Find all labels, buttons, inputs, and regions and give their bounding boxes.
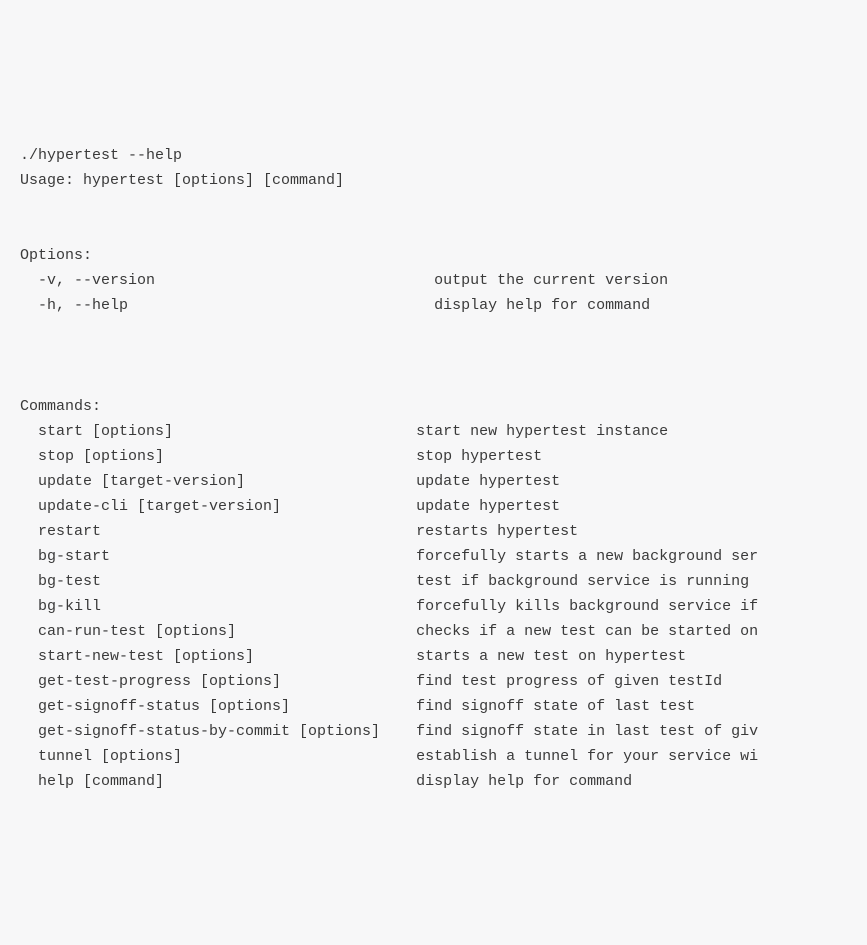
command-desc: forcefully starts a new background ser — [416, 544, 758, 569]
command-name: start-new-test [options] — [38, 644, 254, 669]
command-row: restart restarts hypertest — [20, 519, 867, 544]
option-pad — [155, 268, 434, 293]
command-row: update-cli [target-version] update hyper… — [20, 494, 867, 519]
command-pad — [101, 569, 416, 594]
command-row: can-run-test [options] checks if a new t… — [20, 619, 867, 644]
option-row: -h, --help display help for command — [20, 293, 867, 318]
command-name: bg-start — [38, 544, 110, 569]
command-pad — [101, 519, 416, 544]
command-pad — [101, 594, 416, 619]
command-name: update [target-version] — [38, 469, 245, 494]
spacer — [20, 344, 867, 369]
command-name: help [command] — [38, 769, 164, 794]
command-row: get-signoff-status-by-commit [options] f… — [20, 719, 867, 744]
usage-line: Usage: hypertest [options] [command] — [20, 172, 344, 189]
option-flag: -h, --help — [38, 293, 128, 318]
option-pad — [128, 293, 434, 318]
command-row: start [options] start new hypertest inst… — [20, 419, 867, 444]
command-row: bg-kill forcefully kills background serv… — [20, 594, 867, 619]
command-pad — [164, 444, 416, 469]
command-desc: restarts hypertest — [416, 519, 578, 544]
command-name: tunnel [options] — [38, 744, 182, 769]
commands-header: Commands: — [20, 398, 101, 415]
command-desc: update hypertest — [416, 494, 560, 519]
command-desc: forcefully kills background service if — [416, 594, 758, 619]
command-desc: find test progress of given testId — [416, 669, 722, 694]
command-row: get-signoff-status [options] find signof… — [20, 694, 867, 719]
command-pad — [254, 644, 416, 669]
command-name: get-signoff-status [options] — [38, 694, 290, 719]
command-name: update-cli [target-version] — [38, 494, 281, 519]
option-row: -v, --version output the current version — [20, 268, 867, 293]
command-row: tunnel [options] establish a tunnel for … — [20, 744, 867, 769]
options-header: Options: — [20, 247, 92, 264]
command-row: help [command] display help for command — [20, 769, 867, 794]
command-pad — [182, 744, 416, 769]
option-flag: -v, --version — [38, 268, 155, 293]
command-desc: starts a new test on hypertest — [416, 644, 686, 669]
command-pad — [110, 544, 416, 569]
option-desc: output the current version — [434, 268, 668, 293]
command-desc: start new hypertest instance — [416, 419, 668, 444]
command-desc: checks if a new test can be started on — [416, 619, 758, 644]
command-desc: display help for command — [416, 769, 632, 794]
command-pad — [245, 469, 416, 494]
terminal-output: ./hypertest --help Usage: hypertest [opt… — [20, 118, 867, 819]
command-pad — [173, 419, 416, 444]
command-name: start [options] — [38, 419, 173, 444]
command-pad — [281, 494, 416, 519]
command-desc: find signoff state in last test of giv — [416, 719, 758, 744]
command-pad — [236, 619, 416, 644]
command-desc: test if background service is running — [416, 569, 758, 594]
command-row: start-new-test [options] starts a new te… — [20, 644, 867, 669]
command-name: stop [options] — [38, 444, 164, 469]
command-name: can-run-test [options] — [38, 619, 236, 644]
commands-list: start [options] start new hypertest inst… — [20, 419, 867, 795]
command-name: bg-kill — [38, 594, 101, 619]
command-row: bg-start forcefully starts a new backgro… — [20, 544, 867, 569]
command-row: bg-test test if background service is ru… — [20, 569, 867, 594]
spacer — [20, 193, 867, 218]
command-desc: find signoff state of last test — [416, 694, 695, 719]
command-row: update [target-version] update hypertest — [20, 469, 867, 494]
command-desc: update hypertest — [416, 469, 560, 494]
command-name: get-signoff-status-by-commit [options] — [38, 719, 380, 744]
command-desc: establish a tunnel for your service wi — [416, 744, 758, 769]
command-desc: stop hypertest — [416, 444, 542, 469]
command-pad — [290, 694, 416, 719]
command-pad — [380, 719, 416, 744]
options-list: -v, --version output the current version… — [20, 268, 867, 318]
command-row: stop [options] stop hypertest — [20, 444, 867, 469]
invocation-line: ./hypertest --help — [20, 147, 182, 164]
command-name: bg-test — [38, 569, 101, 594]
command-name: restart — [38, 519, 101, 544]
command-name: get-test-progress [options] — [38, 669, 281, 694]
command-row: get-test-progress [options] find test pr… — [20, 669, 867, 694]
option-desc: display help for command — [434, 293, 650, 318]
command-pad — [164, 769, 416, 794]
command-pad — [281, 669, 416, 694]
